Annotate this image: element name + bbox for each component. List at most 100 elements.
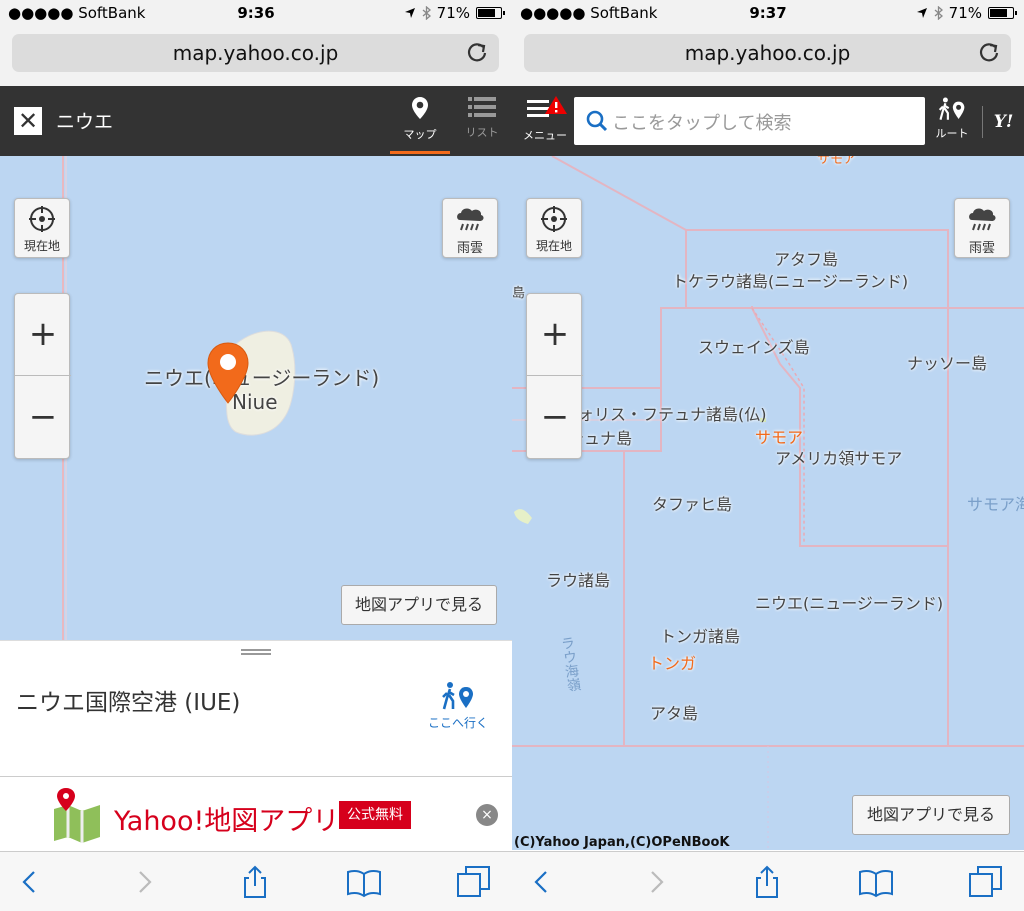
zoom-control: + − — [14, 293, 71, 459]
label-tonga-islands: トンガ諸島 — [660, 627, 741, 646]
current-location-button[interactable]: 現在地 — [526, 198, 582, 258]
ad-close-icon[interactable]: × — [476, 804, 498, 826]
label-tonga: トンガ — [648, 654, 697, 673]
url-text: map.yahoo.co.jp — [172, 41, 339, 65]
route-button[interactable]: ルート — [930, 96, 974, 150]
bluetooth-icon — [422, 6, 431, 20]
label-samoa-sea: サモア海 — [967, 495, 1024, 514]
map-view[interactable]: 現在地 雨雲 + − ニウエ(ニュージーランド) Niue 地図アプリで見る — [0, 156, 512, 640]
rain-cloud-label: 雨雲 — [968, 241, 995, 256]
label-wallis: ウォリス・フテュナ諸島(仏) — [562, 405, 767, 424]
page-title: ニウエ — [56, 111, 114, 133]
right-screen: ●●●●● SoftBank 9:37 71% map.yahoo.co.jp … — [512, 0, 1024, 911]
app-header: メニュー ここをタップして検索 ルート Y! — [512, 86, 1024, 156]
share-icon[interactable] — [749, 864, 785, 900]
go-here-label: ここへ行く — [427, 716, 488, 730]
location-arrow-icon — [404, 8, 415, 18]
current-location-label: 現在地 — [23, 239, 60, 253]
search-icon — [586, 110, 608, 132]
address-field[interactable]: map.yahoo.co.jp — [12, 34, 499, 72]
menu-button[interactable]: メニュー — [518, 94, 572, 150]
tabs-icon[interactable] — [968, 864, 1004, 900]
zoom-control: + − — [526, 293, 583, 459]
label-niue-country: ニウエ(ニュージーランド) — [144, 366, 380, 390]
url-bar: map.yahoo.co.jp — [512, 28, 1024, 86]
route-label: ルート — [935, 127, 969, 140]
label-ata: アタ島 — [650, 704, 699, 723]
go-here-button[interactable]: ここへ行く — [420, 681, 496, 731]
url-bar: map.yahoo.co.jp — [0, 28, 512, 86]
search-placeholder: ここをタップして検索 — [612, 113, 792, 134]
walking-route-icon — [938, 97, 965, 120]
tabs-icon[interactable] — [456, 864, 492, 900]
ad-free-badge: 公式無料 — [339, 801, 411, 829]
bluetooth-icon — [934, 6, 943, 20]
battery-percent: 71% — [948, 4, 982, 22]
left-screen: ●●●●● SoftBank 9:36 71% map.yahoo.co.jp … — [0, 0, 512, 911]
label-tokelau: トケラウ諸島(ニュージーランド) — [672, 272, 909, 291]
ad-title: Yahoo!地図アプリ — [114, 806, 340, 837]
current-location-label: 現在地 — [535, 239, 572, 253]
location-arrow-icon — [916, 8, 927, 18]
sheet-grabber-handle[interactable] — [241, 649, 271, 655]
forward-icon[interactable] — [638, 864, 674, 900]
back-icon[interactable] — [524, 864, 560, 900]
rain-cloud-icon — [969, 208, 996, 231]
label-lau: ラウ諸島 — [546, 571, 611, 590]
open-in-map-app-button[interactable]: 地図アプリで見る — [341, 585, 497, 625]
menu-label: メニュー — [523, 129, 567, 142]
bookmarks-icon[interactable] — [346, 864, 382, 900]
search-input[interactable]: ここをタップして検索 — [574, 97, 925, 145]
label-nassau: ナッソー島 — [907, 354, 988, 373]
browser-toolbar — [0, 851, 512, 911]
place-info-sheet: ニウエ国際空港 (IUE) ここへ行く — [0, 640, 512, 776]
rain-cloud-icon — [457, 208, 484, 231]
back-icon[interactable] — [12, 864, 48, 900]
list-icon — [468, 97, 496, 117]
close-button[interactable]: ✕ — [14, 107, 42, 135]
zoom-out-button[interactable]: − — [15, 377, 71, 459]
map-border-lines — [512, 156, 1024, 850]
forward-icon[interactable] — [126, 864, 162, 900]
bookmarks-icon[interactable] — [858, 864, 894, 900]
rain-cloud-button[interactable]: 雨雲 — [442, 198, 498, 258]
status-bar: ●●●●● SoftBank 9:37 71% — [512, 0, 1024, 28]
browser-toolbar — [512, 851, 1024, 911]
map-pin-icon — [412, 97, 428, 119]
label-american-samoa: アメリカ領サモア — [775, 449, 903, 468]
yahoo-logo[interactable]: Y! — [982, 106, 1024, 138]
battery-percent: 71% — [436, 4, 470, 22]
tab-map-label: マップ — [403, 128, 437, 141]
yahoo-map-app-logo-icon — [54, 788, 100, 843]
map-view[interactable]: アタフ島 トケラウ諸島(ニュージーランド) スウェインズ島 ナッソー島 ウォリス… — [512, 156, 1024, 850]
reload-icon[interactable] — [465, 40, 489, 64]
address-field[interactable]: map.yahoo.co.jp — [524, 34, 1011, 72]
zoom-in-button[interactable]: + — [527, 294, 583, 376]
battery-icon — [476, 7, 505, 19]
selected-location-pin-icon[interactable] — [207, 342, 249, 404]
status-right: 71% — [916, 4, 1017, 22]
status-right: 71% — [404, 4, 505, 22]
crosshair-icon — [29, 206, 55, 232]
tab-list-label: リスト — [465, 126, 499, 139]
battery-icon — [988, 7, 1017, 19]
zoom-in-button[interactable]: + — [15, 294, 71, 376]
zoom-out-button[interactable]: − — [527, 377, 583, 459]
current-location-button[interactable]: 現在地 — [14, 198, 70, 258]
open-in-map-app-button[interactable]: 地図アプリで見る — [852, 795, 1010, 835]
label-atafu: アタフ島 — [774, 250, 839, 269]
app-banner-ad[interactable]: Yahoo!地図アプリ 公式無料 × — [0, 776, 512, 851]
tab-map[interactable]: マップ — [390, 96, 450, 154]
label-tafahi: タファヒ島 — [652, 495, 733, 514]
share-icon[interactable] — [237, 864, 273, 900]
walking-route-icon — [442, 682, 473, 710]
rain-cloud-label: 雨雲 — [456, 241, 483, 256]
status-bar: ●●●●● SoftBank 9:36 71% — [0, 0, 512, 28]
label-edge-left: 島 — [512, 286, 526, 301]
menu-alert-icon — [527, 96, 567, 117]
place-title: ニウエ国際空港 (IUE) — [16, 690, 241, 716]
reload-icon[interactable] — [977, 40, 1001, 64]
tab-list[interactable]: リスト — [452, 96, 512, 154]
label-niue: ニウエ(ニュージーランド) — [755, 594, 944, 613]
rain-cloud-button[interactable]: 雨雲 — [954, 198, 1010, 258]
